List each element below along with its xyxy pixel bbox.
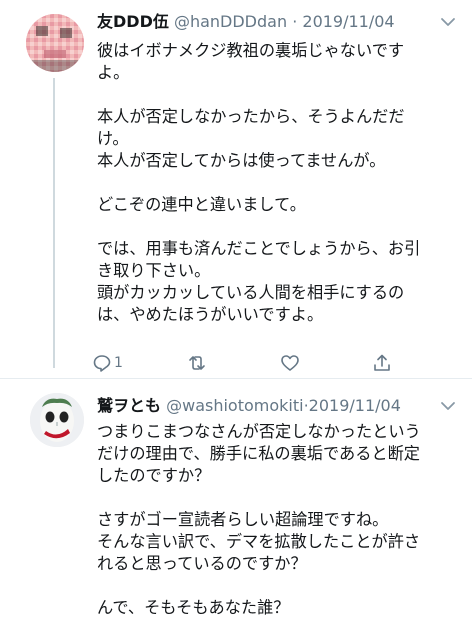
tweet-header: 友DDD伍 @hanDDDdan · 2019/11/04: [97, 12, 395, 32]
tweet-text: つまりこまつなさんが否定しなかったという だけの理由で、勝手に私の裏垢であると断…: [97, 422, 421, 617]
reply-button[interactable]: 1: [92, 350, 123, 376]
retweet-button[interactable]: [187, 350, 207, 376]
avatar-image: [26, 14, 84, 72]
user-handle[interactable]: @hanDDDdan: [174, 12, 287, 31]
tweet-date[interactable]: 2019/11/04: [309, 396, 401, 415]
avatar[interactable]: [30, 393, 84, 447]
share-button[interactable]: [372, 350, 392, 376]
avatar-image: [30, 393, 84, 447]
tweet-header: 鷲ヲとも @washiotomokiti·2019/11/04: [97, 396, 401, 416]
avatar[interactable]: [26, 14, 84, 72]
display-name[interactable]: 友DDD伍: [97, 12, 169, 31]
tweet-actions: 1: [92, 350, 422, 376]
reply-count: 1: [114, 355, 123, 371]
tweet-text: 彼はイボナメクジ教祖の裏垢じゃないです よ。 本人が否定しなかったから、そうよん…: [97, 41, 421, 324]
share-icon: [374, 354, 390, 371]
separator-dot: ·: [292, 12, 298, 31]
user-handle[interactable]: @washiotomokiti: [166, 396, 303, 415]
tweet-divider: [0, 378, 472, 379]
display-name[interactable]: 鷲ヲとも: [97, 396, 161, 415]
like-button[interactable]: [280, 350, 300, 376]
reply-icon: [93, 355, 111, 372]
heart-icon: [281, 355, 299, 371]
chevron-down-icon[interactable]: [438, 396, 458, 416]
tweet[interactable]: 友DDD伍 @hanDDDdan · 2019/11/04 彼はイボナメクジ教祖…: [0, 0, 472, 378]
tweet-date[interactable]: 2019/11/04: [302, 12, 394, 31]
retweet-icon: [189, 356, 205, 370]
chevron-down-icon[interactable]: [438, 12, 458, 32]
